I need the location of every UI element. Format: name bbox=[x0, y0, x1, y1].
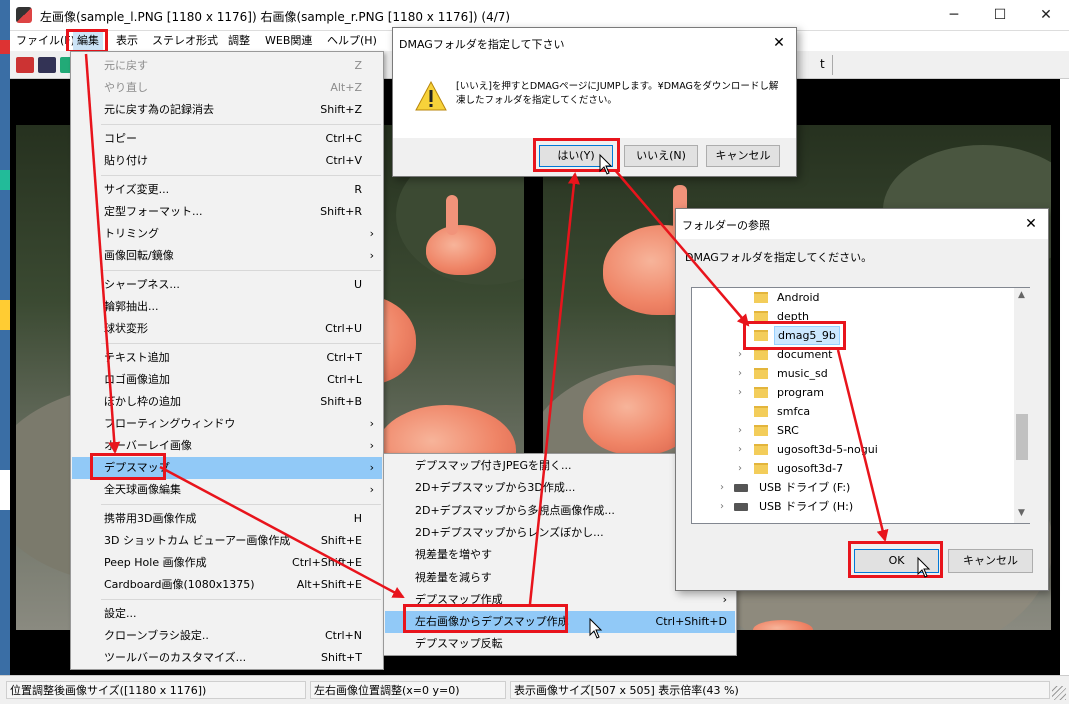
app-screen: { "window": { "title": "左画像(sample_l.PNG… bbox=[0, 0, 1069, 704]
cursor-icon bbox=[589, 617, 603, 639]
annotation-arrows bbox=[84, 53, 931, 639]
arrow-create-to-yes bbox=[528, 172, 580, 605]
arrow-depthmap-to-create bbox=[159, 465, 405, 599]
arrow-edit-to-depthmap bbox=[84, 53, 121, 454]
cursor-icon bbox=[917, 556, 931, 578]
cursor-icon bbox=[599, 153, 613, 175]
arrow-yes-to-folder bbox=[614, 169, 750, 327]
arrow-folder-to-ok bbox=[836, 349, 889, 542]
